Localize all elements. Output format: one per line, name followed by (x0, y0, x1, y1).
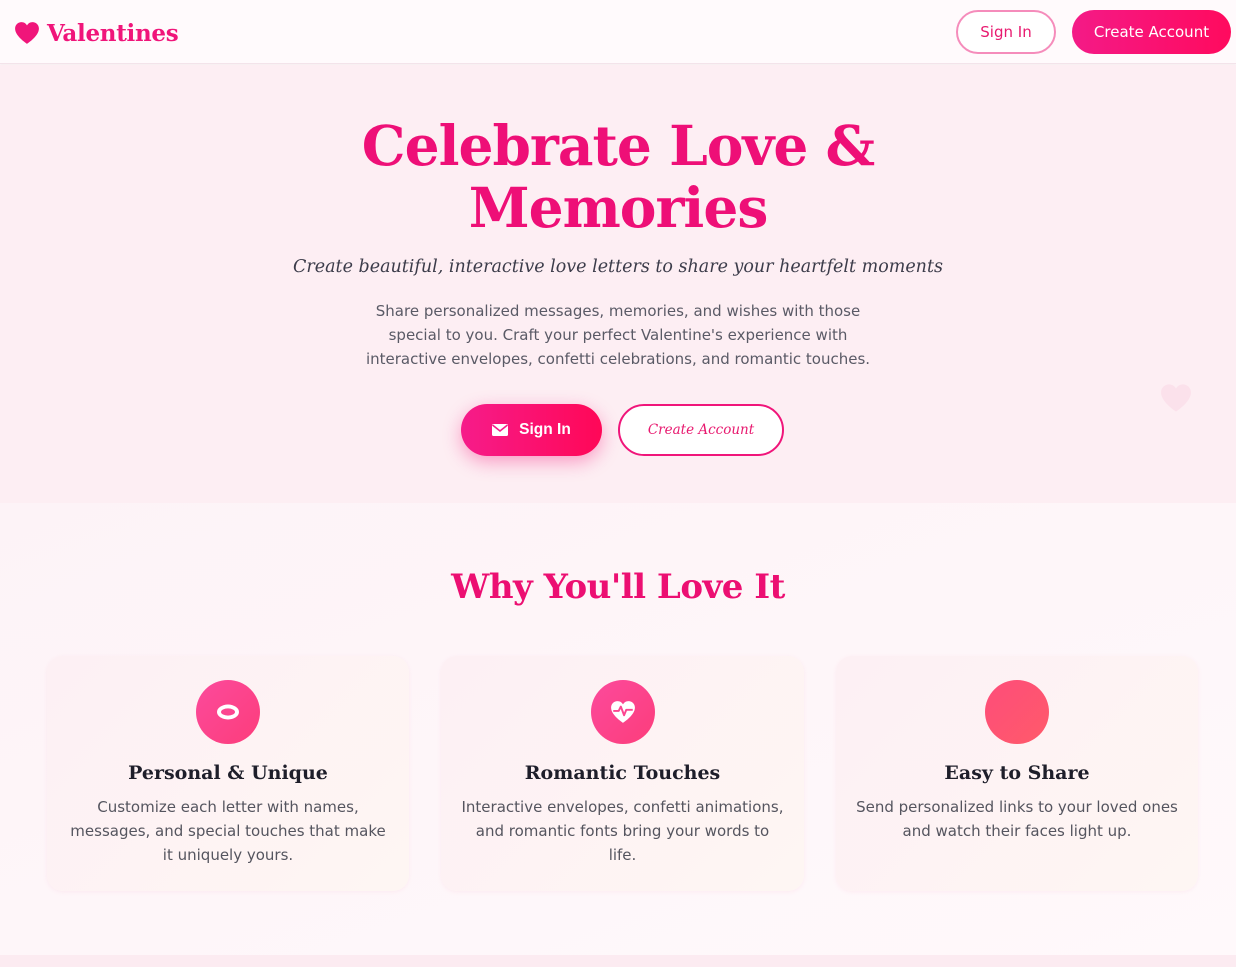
feature-card-text: Interactive envelopes, confetti animatio… (461, 798, 784, 864)
brand-logo[interactable]: Valentines (14, 17, 179, 49)
top-navbar: Valentines Sign In Create Account (0, 0, 1236, 64)
hero-subtitle: Create beautiful, interactive love lette… (293, 257, 943, 277)
hero-create-account-button[interactable]: Create Account (618, 404, 784, 456)
hero-description: Share personalized messages, memories, a… (365, 302, 871, 368)
feature-card-text: Customize each letter with names, messag… (70, 798, 386, 864)
feature-card-title: Easy to Share (944, 762, 1090, 784)
nav-sign-in-button[interactable]: Sign In (956, 10, 1056, 54)
hero-sign-in-button[interactable]: Sign In (461, 404, 602, 456)
feature-card-text: Send personalized links to your loved on… (856, 798, 1178, 840)
share-icon (985, 680, 1049, 744)
envelope-icon (492, 424, 509, 436)
feature-card-title: Personal & Unique (128, 762, 328, 784)
feature-card-romantic: Romantic Touches Interactive envelopes, … (441, 656, 804, 891)
hero-title: Celebrate Love & Memories (361, 113, 875, 240)
brand-name: Valentines (47, 19, 179, 47)
feature-card-share: Easy to Share Send personalized links to… (836, 656, 1198, 891)
heartbeat-icon (590, 680, 655, 744)
nav-create-account-button[interactable]: Create Account (1072, 10, 1231, 54)
features-section: Why You'll Love It Personal & Unique Cus… (0, 503, 1236, 955)
next-section-edge (0, 955, 1236, 967)
heart-icon (15, 22, 39, 44)
feature-card-title: Romantic Touches (524, 762, 721, 784)
decorative-heart-icon (1161, 384, 1191, 412)
features-title: Why You'll Love It (451, 567, 785, 607)
hero-section: Celebrate Love & Memories Create beautif… (0, 65, 1236, 503)
feature-card-personal: Personal & Unique Customize each letter … (47, 656, 409, 891)
ring-icon (196, 680, 260, 744)
hero-sign-in-label: Sign In (519, 421, 571, 438)
